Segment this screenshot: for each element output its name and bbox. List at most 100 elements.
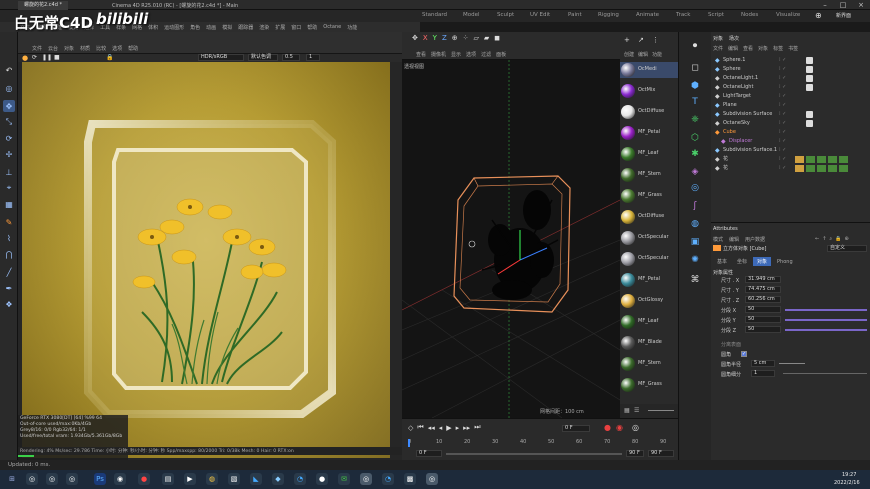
search-icon[interactable]: ⌕ xyxy=(829,236,832,242)
material-item[interactable]: MF_Leaf xyxy=(620,314,678,330)
material-item[interactable]: OctSpecular xyxy=(620,230,678,246)
fillet-radius-slider[interactable] xyxy=(779,363,805,364)
object-row[interactable]: ◆ Displacer ⁞ ✓ xyxy=(711,137,870,146)
app-record-icon[interactable]: ● xyxy=(138,473,150,485)
attr-menu-mode[interactable]: 模式 xyxy=(713,236,723,243)
pause-icon[interactable]: ❚❚ xyxy=(42,54,52,61)
scale-tool-icon[interactable]: ⤡ xyxy=(3,116,15,128)
knife-icon[interactable]: ╱ xyxy=(3,266,15,278)
new-view-icon[interactable]: ⊕ xyxy=(844,236,848,242)
material-tag-icon[interactable] xyxy=(806,165,815,172)
fillet-checkbox[interactable]: ✓ xyxy=(741,351,747,357)
stop-icon[interactable]: ■ xyxy=(54,54,60,61)
snap-icon[interactable]: ⌖ xyxy=(3,182,15,194)
vp-menu-camera[interactable]: 摄像机 xyxy=(431,51,446,58)
material-item[interactable]: MF_Leaf xyxy=(620,146,678,162)
axis-icon[interactable]: ⊥ xyxy=(3,166,15,178)
visibility-toggle-icon[interactable]: ⁞ ✓ xyxy=(779,56,786,65)
lock-attr-icon[interactable]: 🔒 xyxy=(835,236,841,242)
obj-menu-edit[interactable]: 编辑 xyxy=(728,45,738,52)
app-media-icon[interactable]: ▶ xyxy=(184,473,196,485)
lv-menu-compare[interactable]: 比较 xyxy=(96,45,106,52)
app-generic7-icon[interactable]: ▩ xyxy=(404,473,416,485)
app-generic5-icon[interactable]: ◎ xyxy=(360,473,372,485)
next-frame-icon[interactable]: ▸ xyxy=(456,424,460,432)
material-item[interactable]: MF_Stem xyxy=(620,356,678,372)
vp-menu-view[interactable]: 查看 xyxy=(416,51,426,58)
mode-nodes[interactable]: Nodes xyxy=(741,12,758,18)
start-icon[interactable]: ⊞ xyxy=(6,473,18,485)
object-tag-icon[interactable] xyxy=(806,84,813,91)
app-c4d-1-icon[interactable]: ◎ xyxy=(26,473,38,485)
undo-icon[interactable]: ↶ xyxy=(3,64,15,76)
object-row[interactable]: ◆ Cube ⁞ ✓ xyxy=(711,128,870,137)
goto-end-icon[interactable]: ⏭ xyxy=(474,423,480,432)
material-tag-icon[interactable] xyxy=(817,156,826,163)
object-row[interactable]: ◆ LightTarget ⁞ ✓ xyxy=(711,92,870,101)
mode-uv-edit[interactable]: UV Edit xyxy=(530,12,550,18)
material-item[interactable]: OctMix xyxy=(620,83,678,99)
mode-standard[interactable]: Standard xyxy=(422,12,447,18)
x-axis-toggle[interactable]: X xyxy=(423,34,428,42)
grid-view-icon[interactable]: ▦ xyxy=(624,407,630,414)
magnet-icon[interactable]: ⋂ xyxy=(3,248,15,260)
transform-tool-icon[interactable]: ✢ xyxy=(3,148,15,160)
thumbnail-size-slider[interactable] xyxy=(648,410,674,411)
menu-octane[interactable]: Octane xyxy=(323,24,341,30)
obj-menu-file[interactable]: 文件 xyxy=(713,45,723,52)
visibility-toggle-icon[interactable]: ⁞ ✓ xyxy=(779,65,786,74)
param-field[interactable]: 74.475 cm xyxy=(745,286,781,293)
add-layout-icon[interactable]: ⊕ xyxy=(815,11,822,20)
material-tag-icon[interactable] xyxy=(795,165,804,172)
object-tag-icon[interactable] xyxy=(806,120,813,127)
tab-takes[interactable]: 场次 xyxy=(729,35,739,42)
material-item[interactable]: MF_Grass xyxy=(620,188,678,204)
playhead[interactable] xyxy=(408,439,410,447)
live-select-icon[interactable]: ◎ xyxy=(3,82,15,94)
material-add-icon[interactable]: + xyxy=(624,36,630,44)
material-tag-icon[interactable] xyxy=(828,165,837,172)
obj-menu-object[interactable]: 对象 xyxy=(758,45,768,52)
lv-menu-options[interactable]: 选项 xyxy=(112,45,122,52)
close-button[interactable]: × xyxy=(852,0,870,10)
object-row[interactable]: ◆ Sphere.1 ⁞ ✓ xyxy=(711,56,870,65)
menu-render[interactable]: 渲染 xyxy=(259,24,269,31)
fillet-radius-field[interactable]: 5 cm xyxy=(751,360,775,367)
python-icon[interactable]: ⌘ xyxy=(689,274,701,286)
obj-menu-tag[interactable]: 标签 xyxy=(773,45,783,52)
app-generic4-icon[interactable]: ● xyxy=(316,473,328,485)
record-key-icon[interactable]: ● xyxy=(604,423,611,432)
lv-menu-cloud[interactable]: 云台 xyxy=(48,45,58,52)
gamma-field[interactable]: 1 xyxy=(306,54,320,61)
prev-key-icon[interactable]: ◂◂ xyxy=(428,424,435,432)
object-tag-icon[interactable] xyxy=(806,75,813,82)
visibility-toggle-icon[interactable]: ⁞ ✓ xyxy=(779,155,786,164)
object-row[interactable]: ◆ Plane ⁞ ✓ xyxy=(711,101,870,110)
tab-objects[interactable]: 对象 xyxy=(713,35,723,42)
lv-menu-help[interactable]: 帮助 xyxy=(128,45,138,52)
material-item[interactable]: MF_Stem xyxy=(620,167,678,183)
param-slider[interactable] xyxy=(785,329,867,331)
up-arrow-icon[interactable]: ↑ xyxy=(822,236,826,242)
vp-menu-options[interactable]: 选项 xyxy=(466,51,476,58)
rotate-tool-icon[interactable]: ⟳ xyxy=(3,132,15,144)
brush-icon[interactable]: ⌇ xyxy=(3,232,15,244)
param-field[interactable]: 50 xyxy=(745,316,781,323)
mode-sculpt[interactable]: Sculpt xyxy=(497,12,514,18)
app-generic2-icon[interactable]: ◣ xyxy=(250,473,262,485)
material-tag-icon[interactable] xyxy=(795,156,804,163)
material-tag-icon[interactable] xyxy=(817,165,826,172)
app-c4d-2-icon[interactable]: ◎ xyxy=(46,473,58,485)
color-space-select[interactable]: HDR/sRGB xyxy=(198,54,244,61)
play-icon[interactable]: ▶ xyxy=(446,424,451,432)
points-mode-icon[interactable]: ⁘ xyxy=(463,34,469,42)
visibility-toggle-icon[interactable]: ⁞ ✓ xyxy=(779,128,786,137)
exposure-field[interactable]: 0.5 xyxy=(282,54,300,61)
end-frame-field[interactable]: 90 F xyxy=(626,450,644,457)
app-explorer-icon[interactable]: ▤ xyxy=(162,473,174,485)
material-item[interactable]: OctSpecular xyxy=(620,251,678,267)
object-row[interactable]: ◆ OctaneLight ⁞ ✓ xyxy=(711,83,870,92)
material-tag-icon[interactable] xyxy=(839,165,848,172)
model-mode-icon[interactable]: ◼ xyxy=(494,34,500,42)
polygons-mode-icon[interactable]: ▰ xyxy=(484,34,489,42)
